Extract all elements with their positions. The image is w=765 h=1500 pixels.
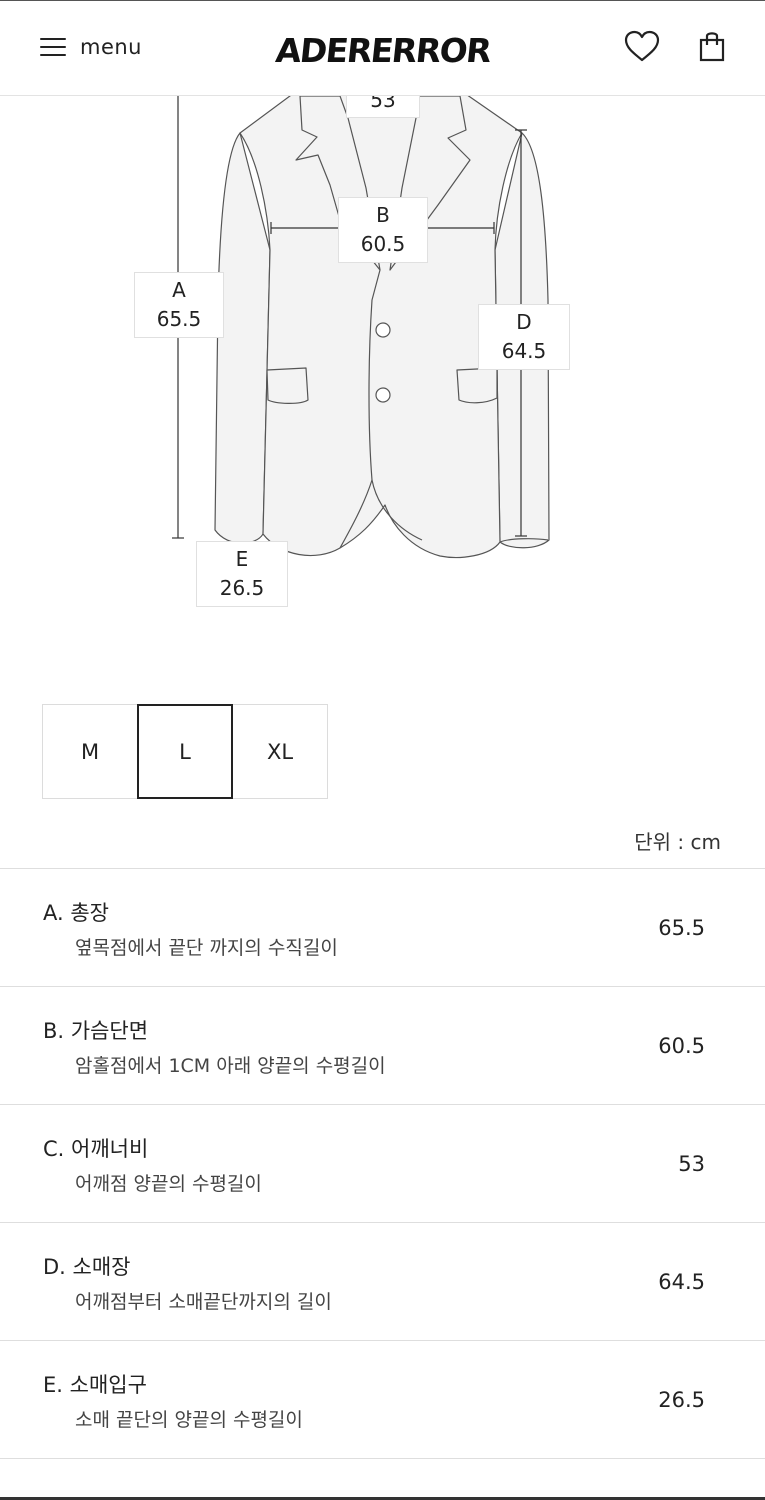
hamburger-icon: [40, 38, 66, 56]
measure-label-a-letter: A: [172, 278, 186, 302]
menu-label: menu: [80, 35, 142, 59]
size-tab-l[interactable]: L: [137, 704, 233, 799]
measurement-row: A. 총장 옆목점에서 끝단 까지의 수직길이 65.5: [0, 869, 765, 987]
measurement-value: 65.5: [658, 916, 705, 940]
size-tab-xl[interactable]: XL: [232, 704, 328, 799]
measurement-description: 어깨점부터 소매끝단까지의 길이: [75, 1291, 332, 1313]
measurement-description: 소매 끝단의 양끝의 수평길이: [75, 1409, 303, 1431]
measurement-title: D. 소매장: [43, 1255, 131, 1279]
size-tab-m[interactable]: M: [42, 704, 138, 799]
size-selector: M L XL: [42, 704, 329, 799]
measurement-value: 53: [678, 1152, 705, 1176]
measurement-title: E. 소매입구: [43, 1373, 147, 1397]
measure-label-e-letter: E: [235, 547, 249, 571]
measurement-value: 64.5: [658, 1270, 705, 1294]
measurement-row: C. 어깨너비 어깨점 양끝의 수평길이 53: [0, 1105, 765, 1223]
measure-label-c-value: 53: [370, 96, 396, 112]
unit-label: 단위 : cm: [634, 830, 721, 854]
measure-label-b-letter: B: [376, 203, 390, 227]
measure-label-b-value: 60.5: [360, 232, 406, 256]
measure-label-d-value: 64.5: [501, 339, 547, 363]
measurement-value: 26.5: [658, 1388, 705, 1412]
menu-button[interactable]: menu: [40, 31, 142, 63]
jacket-illustration: [172, 96, 550, 559]
measure-label-a-value: 65.5: [156, 307, 202, 331]
measure-label-e: E 26.5: [196, 541, 288, 607]
measure-label-e-value: 26.5: [219, 576, 265, 600]
measurement-description: 암홀점에서 1CM 아래 양끝의 수평길이: [75, 1055, 386, 1077]
measurement-title: C. 어깨너비: [43, 1137, 149, 1161]
measure-label-b: B 60.5: [338, 197, 428, 263]
shopping-bag-icon: [699, 32, 725, 62]
wishlist-button[interactable]: [622, 29, 662, 65]
measurement-title: B. 가슴단면: [43, 1019, 149, 1043]
measure-label-d-letter: D: [516, 310, 532, 334]
measurement-row: B. 가슴단면 암홀점에서 1CM 아래 양끝의 수평길이 60.5: [0, 987, 765, 1105]
measure-label-a: A 65.5: [134, 272, 224, 338]
measurement-description: 옆목점에서 끝단 까지의 수직길이: [75, 937, 338, 959]
measurement-row: D. 소매장 어깨점부터 소매끝단까지의 길이 64.5: [0, 1223, 765, 1341]
measure-label-c: 53: [346, 96, 420, 118]
measure-label-d: D 64.5: [478, 304, 570, 370]
size-guide-diagram: 53 B 60.5 A 65.5 D 64.5 E 26.5: [0, 96, 765, 676]
measurement-row: E. 소매입구 소매 끝단의 양끝의 수평길이 26.5: [0, 1341, 765, 1459]
measurement-value: 60.5: [658, 1034, 705, 1058]
measurement-table: A. 총장 옆목점에서 끝단 까지의 수직길이 65.5 B. 가슴단면 암홀점…: [0, 868, 765, 1459]
measurement-description: 어깨점 양끝의 수평길이: [75, 1173, 262, 1195]
top-navigation-bar: menu ADERERROR: [0, 0, 765, 96]
measurement-title: A. 총장: [43, 901, 109, 925]
cart-button[interactable]: [696, 29, 728, 65]
brand-logo[interactable]: ADERERROR: [264, 31, 502, 71]
heart-icon: [624, 30, 660, 62]
